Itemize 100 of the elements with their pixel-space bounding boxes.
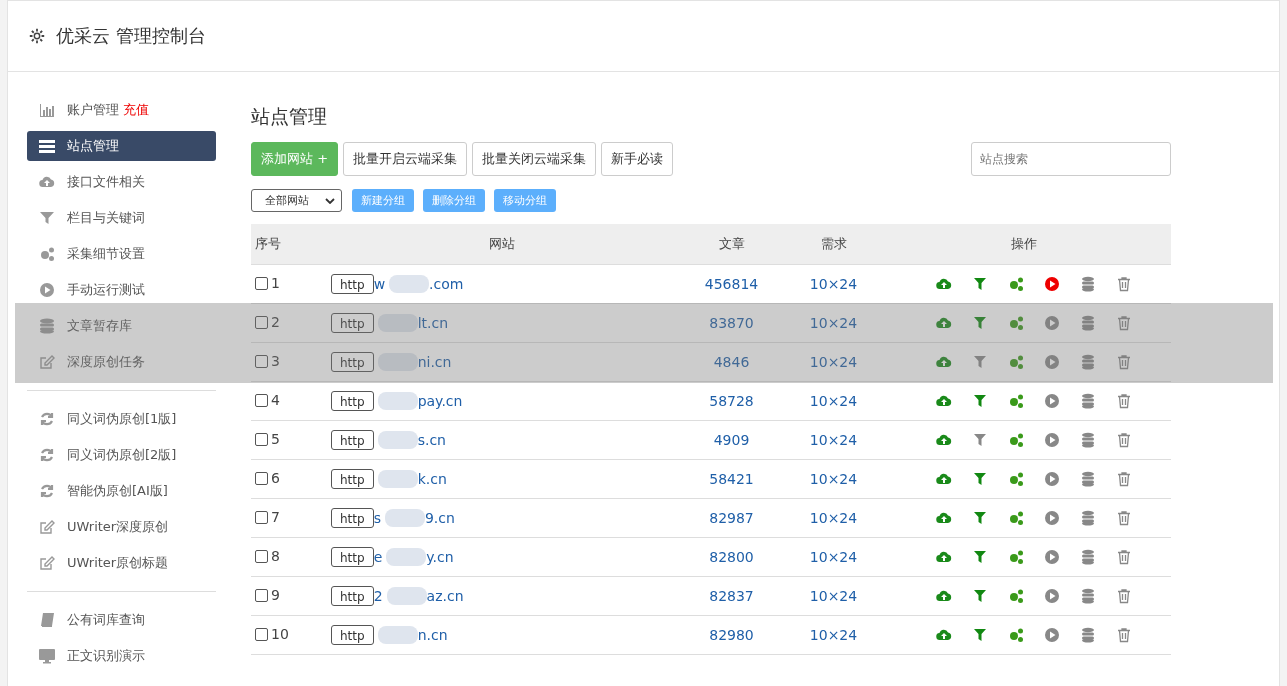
- row-checkbox[interactable]: [255, 588, 268, 602]
- filter-icon[interactable]: [972, 510, 988, 526]
- filter-icon[interactable]: [972, 588, 988, 604]
- row-checkbox[interactable]: [255, 276, 268, 290]
- filter-icon: [39, 210, 55, 226]
- trash-icon[interactable]: [1116, 588, 1132, 604]
- filter-icon[interactable]: [972, 276, 988, 292]
- domain-text[interactable]: k.cn: [417, 471, 447, 487]
- sidebar-item[interactable]: 站点管理: [27, 131, 216, 161]
- row-checkbox[interactable]: [255, 354, 268, 368]
- search-field[interactable]: 站点搜索: [971, 142, 1171, 176]
- sidebar-item[interactable]: 文章暂存库: [27, 308, 216, 344]
- cloud-upload-icon[interactable]: [936, 471, 952, 487]
- play-icon[interactable]: [1044, 510, 1060, 526]
- domain-text[interactable]: pay.cn: [417, 393, 463, 409]
- domain-text[interactable]: .com: [429, 276, 464, 292]
- demand-cell: 10×24: [790, 303, 877, 343]
- sidebar-item[interactable]: UWriter原创标题: [27, 545, 216, 581]
- article-count: 82980: [673, 615, 790, 655]
- filter-icon[interactable]: [972, 393, 988, 409]
- filter-icon[interactable]: [972, 471, 988, 487]
- play-icon[interactable]: [1044, 315, 1060, 331]
- domain-text[interactable]: lt.cn: [417, 315, 449, 331]
- cloud-upload-icon[interactable]: [936, 510, 952, 526]
- database-icon[interactable]: [1080, 276, 1096, 292]
- database-icon[interactable]: [1080, 315, 1096, 331]
- database-icon[interactable]: [1080, 627, 1096, 643]
- play-icon[interactable]: [1044, 471, 1060, 487]
- sidebar-item[interactable]: 深度原创任务: [27, 344, 216, 380]
- toolbar-button[interactable]: 新手必读: [601, 142, 674, 176]
- row-checkbox[interactable]: [255, 393, 268, 407]
- trash-icon[interactable]: [1116, 432, 1132, 448]
- filter-icon[interactable]: [972, 627, 988, 643]
- cloud-upload-icon[interactable]: [936, 276, 952, 292]
- sidebar-item[interactable]: 接口文件相关: [27, 164, 216, 200]
- domain-text[interactable]: n.cn: [417, 627, 448, 643]
- cloud-upload-icon[interactable]: [936, 432, 952, 448]
- article-count: 83870: [673, 303, 790, 343]
- database-icon[interactable]: [1080, 393, 1096, 409]
- filter-icon[interactable]: [972, 315, 988, 331]
- row-checkbox[interactable]: [255, 432, 268, 446]
- toolbar-button[interactable]: 批量关闭云端采集: [472, 142, 597, 176]
- database-icon[interactable]: [1080, 510, 1096, 526]
- domain-text[interactable]: az.cn: [426, 588, 464, 604]
- domain-text[interactable]: ni.cn: [417, 354, 452, 370]
- row-checkbox[interactable]: [255, 549, 268, 563]
- sidebar-item[interactable]: 同义词伪原创[2版]: [27, 437, 216, 473]
- trash-icon[interactable]: [1116, 393, 1132, 409]
- sidebar-item[interactable]: 采集细节设置: [27, 236, 216, 272]
- blur-patch: [377, 470, 418, 488]
- sidebar-item[interactable]: 智能伪原创[AI版]: [27, 473, 216, 509]
- cloud-upload-icon[interactable]: [936, 627, 952, 643]
- sidebar-item[interactable]: 同义词伪原创[1版]: [27, 401, 216, 437]
- domain-text[interactable]: y.cn: [426, 549, 454, 565]
- play-icon[interactable]: [1044, 354, 1060, 370]
- domain-text[interactable]: 9.cn: [424, 510, 455, 526]
- sidebar-item[interactable]: 账户管理 充值: [27, 92, 216, 128]
- sidebar-item[interactable]: 手动运行测试: [27, 272, 216, 308]
- database-icon[interactable]: [1080, 354, 1096, 370]
- scheme-label: http: [331, 274, 374, 294]
- play-icon[interactable]: [1044, 549, 1060, 565]
- sidebar-item[interactable]: UWriter深度原创: [27, 509, 216, 545]
- sidebar-item[interactable]: 公有词库查询: [27, 602, 216, 638]
- cloud-upload-icon[interactable]: [936, 393, 952, 409]
- play-icon[interactable]: [1044, 627, 1060, 643]
- sidebar-item[interactable]: 栏目与关键词: [27, 200, 216, 236]
- row-checkbox[interactable]: [255, 627, 268, 641]
- cloud-upload-icon[interactable]: [936, 315, 952, 331]
- recharge-link[interactable]: 充值: [123, 101, 149, 119]
- trash-icon[interactable]: [1116, 627, 1132, 643]
- site-filter-dropdown[interactable]: 全部网站: [251, 189, 342, 212]
- play-icon[interactable]: [1044, 432, 1060, 448]
- filter-icon[interactable]: [972, 432, 988, 448]
- demand-cell: 10×24: [790, 576, 877, 616]
- row-checkbox[interactable]: [255, 510, 268, 524]
- filter-icon[interactable]: [972, 549, 988, 565]
- database-icon[interactable]: [1080, 588, 1096, 604]
- trash-icon[interactable]: [1116, 354, 1132, 370]
- play-icon[interactable]: [1044, 393, 1060, 409]
- trash-icon[interactable]: [1116, 315, 1132, 331]
- database-icon[interactable]: [1080, 432, 1096, 448]
- trash-icon[interactable]: [1116, 510, 1132, 526]
- sidebar-item[interactable]: 正文识别演示: [27, 638, 216, 674]
- domain-text: s: [373, 510, 381, 526]
- filter-icon[interactable]: [972, 354, 988, 370]
- toolbar-button[interactable]: 批量开启云端采集: [343, 142, 468, 176]
- trash-icon[interactable]: [1116, 471, 1132, 487]
- row-checkbox[interactable]: [255, 315, 268, 329]
- row-checkbox[interactable]: [255, 471, 268, 485]
- trash-icon[interactable]: [1116, 549, 1132, 565]
- scheme-label: http: [331, 352, 374, 372]
- database-icon[interactable]: [1080, 471, 1096, 487]
- cloud-upload-icon[interactable]: [936, 354, 952, 370]
- database-icon[interactable]: [1080, 549, 1096, 565]
- play-icon[interactable]: [1044, 276, 1060, 292]
- cloud-upload-icon[interactable]: [936, 549, 952, 565]
- trash-icon[interactable]: [1116, 276, 1132, 292]
- cloud-upload-icon[interactable]: [936, 588, 952, 604]
- play-icon[interactable]: [1044, 588, 1060, 604]
- domain-text[interactable]: s.cn: [417, 432, 446, 448]
